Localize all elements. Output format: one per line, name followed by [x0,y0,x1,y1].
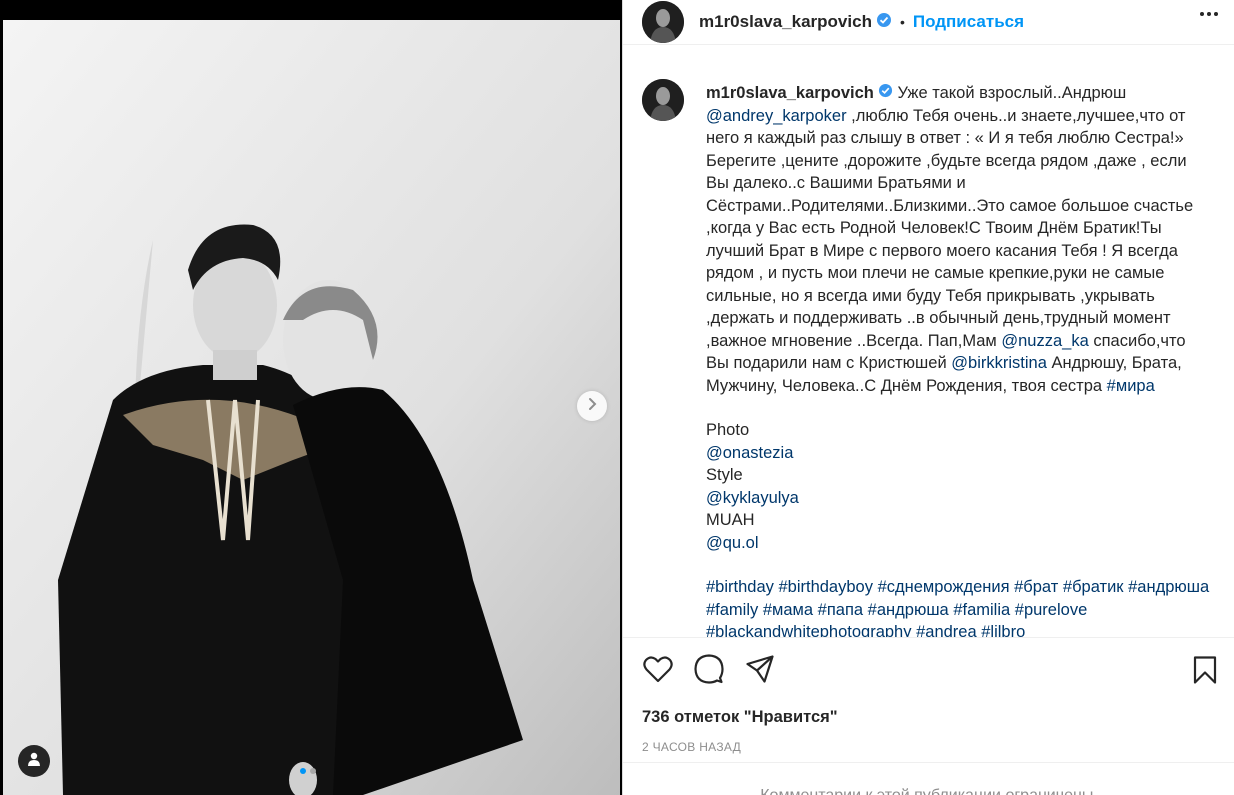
save-button[interactable] [1189,655,1221,689]
post-media [0,0,622,795]
next-photo-button[interactable] [577,391,607,421]
follow-button[interactable]: Подписаться [913,12,1024,32]
credit-label: MUAH [706,511,755,530]
post-sidebar: m1r0slava_karpovich • Подписаться m1r0sl… [622,0,1234,795]
hashtag-link[interactable]: #сднемрождения [878,578,1010,596]
separator-dot: • [899,14,905,30]
hashtag-link[interactable]: #birthdayboy [778,578,872,596]
tagged-users-button[interactable] [18,745,50,777]
mention-link[interactable]: @birkkristina [951,354,1047,372]
post-timestamp[interactable]: 2 ЧАСОВ НАЗАД [642,740,741,754]
hashtag-link[interactable]: #братик [1063,578,1124,596]
verified-badge-icon [878,82,893,105]
hashtag-link[interactable]: #family [706,601,758,619]
hashtag-link[interactable]: #мама [763,601,813,619]
mention-link[interactable]: @andrey_karpoker [706,107,847,125]
hashtag-link[interactable]: #blackandwhitephotography [706,623,912,637]
caption-body: ,люблю Тебя очень..и знаете,лучшее,что о… [706,106,1194,350]
hashtag-link[interactable]: #birthday [706,578,774,596]
hashtags-block: #birthday #birthdayboy #сднемрождения #б… [706,576,1211,637]
paper-plane-icon [746,655,774,688]
comments-restricted-notice: Комментарии к этой публикации ограничены… [623,762,1234,795]
hashtag-link[interactable]: #lilbro [981,623,1025,637]
caption-username[interactable]: m1r0slava_karpovich [706,84,874,102]
credits-block: Photo @onastezia Style @kyklayulya MUAH … [706,419,1211,554]
hashtag-link[interactable]: #purelove [1015,601,1087,619]
comment-button[interactable] [693,654,725,689]
more-dots-icon [1200,12,1204,16]
mention-link[interactable]: @kyklayulya [706,489,799,507]
caption: m1r0slava_karpovich Уже такой взрослый..… [642,62,1219,637]
author-avatar[interactable] [642,1,684,43]
caption-body: Уже такой взрослый..Андрюш [897,84,1127,102]
carousel-indicator [300,768,316,774]
post-photo[interactable] [3,20,620,795]
hashtag-link[interactable]: #папа [818,601,863,619]
hashtag-link[interactable]: #andrea [916,623,977,637]
mention-link[interactable]: @qu.ol [706,534,759,552]
credit-label: Photo [706,421,750,440]
post-header: m1r0slava_karpovich • Подписаться [623,0,1234,45]
caption-scroll-area[interactable]: m1r0slava_karpovich Уже такой взрослый..… [623,62,1234,637]
carousel-dot [300,768,306,774]
post-actions [623,637,1234,705]
hashtag-link[interactable]: #андрюша [1128,578,1209,596]
author-username[interactable]: m1r0slava_karpovich [699,12,872,32]
more-options-button[interactable] [1200,12,1218,16]
hashtag-link[interactable]: #брат [1014,578,1058,596]
caption-text: m1r0slava_karpovich Уже такой взрослый..… [706,62,1211,637]
carousel-dot [310,768,316,774]
credit-label: Style [706,466,743,485]
hashtag-link[interactable]: #familia [953,601,1010,619]
likes-count[interactable]: 736 отметок "Нравится" [642,708,838,727]
heart-icon [643,655,673,688]
hashtag-link[interactable]: #мира [1107,377,1155,395]
caption-author-avatar[interactable] [642,79,684,121]
user-tag-icon [26,751,42,772]
mention-link[interactable]: @nuzza_ka [1001,332,1088,350]
mention-link[interactable]: @onastezia [706,444,793,462]
hashtag-link[interactable]: #андрюша [868,601,949,619]
bookmark-icon [1193,655,1217,689]
verified-badge-icon [876,12,892,33]
comment-icon [694,654,724,689]
share-button[interactable] [744,655,776,688]
bw-portrait-image [3,20,620,795]
like-button[interactable] [642,656,674,688]
chevron-right-icon [585,397,599,416]
